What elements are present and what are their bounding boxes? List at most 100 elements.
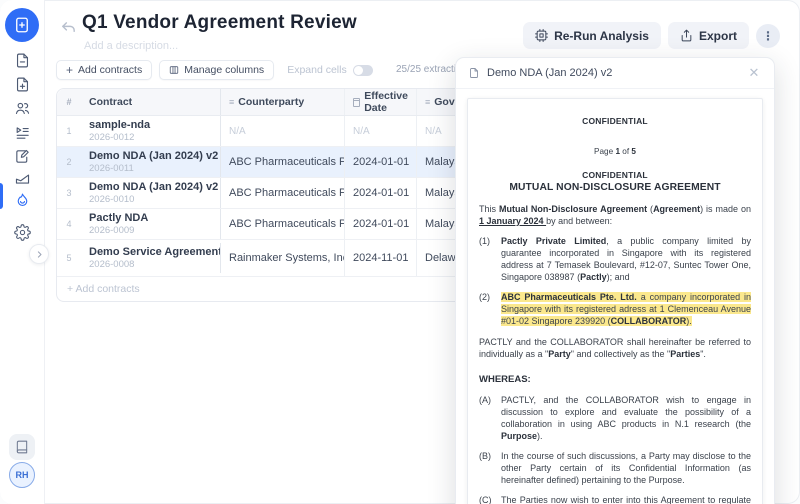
add-contracts-label: Add contracts — [78, 64, 143, 76]
file-icon — [16, 53, 28, 67]
row-number: 3 — [66, 188, 72, 198]
doc-text: Pactly — [580, 272, 607, 282]
effective-date-cell[interactable]: 2024-01-01 — [345, 209, 417, 239]
doc-text: MUTUAL NON-DISCLOSURE AGREEMENT — [509, 182, 721, 193]
counterparty-cell[interactable]: ABC Pharmaceuticals Pte. Ltd. — [221, 209, 345, 239]
contract-cell[interactable]: Demo NDA (Jan 2024) v2 2026-0011 — [81, 147, 221, 177]
doc-recital-c: (C) The Parties now wish to enter into th… — [479, 494, 751, 504]
export-button[interactable]: Export — [667, 22, 749, 49]
counterparty-cell[interactable]: N/A — [221, 116, 345, 146]
manage-columns-button[interactable]: Manage columns — [159, 60, 275, 80]
doc-page-number: Page 1 of 5 — [479, 146, 751, 158]
new-contract-button[interactable] — [5, 8, 39, 42]
clause-number: (B) — [479, 451, 491, 461]
doc-text: Mutual Non-Disclosure Agreement — [498, 204, 648, 214]
toggle-knob — [353, 65, 363, 75]
column-header-index[interactable]: # — [57, 89, 81, 115]
app-window: RH Q1 Vendor Agreement Review Add a desc… — [0, 0, 800, 504]
column-header-contract[interactable]: Contract — [81, 89, 221, 115]
text-icon: ≡ — [425, 96, 431, 107]
back-button[interactable] — [60, 20, 78, 38]
doc-party-1: (1) Pactly Private Limited, a public comp… — [479, 235, 751, 283]
expand-cells-toggle[interactable] — [352, 64, 373, 76]
calendar-icon — [353, 97, 361, 107]
doc-recital-a: (A) PACTLY, and the COLLABORATOR wish to … — [479, 394, 751, 442]
contract-cell[interactable]: Demo Service Agreements 2026-0008 — [81, 243, 221, 273]
effective-date-cell[interactable]: 2024-01-01 — [345, 178, 417, 208]
doc-text: by and between: — [546, 216, 613, 226]
doc-text: ); and — [606, 272, 630, 282]
doc-parties-clause: PACTLY and the COLLABORATOR shall herein… — [479, 336, 751, 360]
playlist-icon — [16, 126, 29, 139]
chevron-right-icon — [37, 250, 41, 258]
reports-button[interactable] — [10, 166, 34, 190]
doc-text: This — [479, 204, 499, 214]
file-import-icon — [16, 77, 28, 91]
add-contracts-button[interactable]: + Add contracts — [56, 60, 153, 80]
doc-title: MUTUAL NON-DISCLOSURE AGREEMENT — [479, 182, 751, 194]
team-button[interactable] — [10, 96, 34, 120]
contract-name: Demo Service Agreements — [89, 246, 221, 258]
chart-icon — [15, 174, 29, 184]
clause-body: ABC Pharmaceuticals Pte. Ltd. a company … — [501, 291, 751, 327]
effective-date-cell[interactable]: 2024-11-01 — [345, 240, 417, 276]
contract-cell[interactable]: Pactly NDA 2026-0009 — [81, 209, 221, 239]
doc-party-2: (2) ABC Pharmaceuticals Pte. Ltd. a compa… — [479, 291, 751, 327]
clause-number: (C) — [479, 495, 492, 504]
contracts-button[interactable] — [10, 48, 34, 72]
document-panel-header: Demo NDA (Jan 2024) v2 ✕ — [456, 58, 774, 89]
playbooks-button[interactable] — [10, 120, 34, 144]
contract-id: 2026-0010 — [89, 194, 135, 205]
doc-text: Parties — [670, 349, 701, 359]
row-number: 4 — [66, 219, 72, 229]
page-title: Q1 Vendor Agreement Review — [82, 12, 357, 33]
counterparty-cell[interactable]: ABC Pharmaceuticals Pte. Ltd. — [221, 147, 345, 177]
contract-name: Demo NDA (Jan 2024) v2 — [89, 150, 219, 162]
active-indicator — [0, 183, 3, 209]
sidebar-expand-button[interactable] — [29, 244, 49, 264]
counterparty-cell[interactable]: ABC Pharmaceuticals Pte. Ltd. — [221, 178, 345, 208]
doc-text: Purpose — [501, 431, 538, 441]
description-input[interactable]: Add a description... — [84, 40, 178, 52]
document-page: CONFIDENTIAL Page 1 of 5 CONFIDENTIAL MUTUA… — [479, 115, 751, 504]
effective-date-cell[interactable]: 2024-01-01 — [345, 147, 417, 177]
column-header-effective_date[interactable]: Effective Date — [345, 89, 417, 115]
contract-cell[interactable]: sample-nda 2026-0012 — [81, 116, 221, 146]
insights-button[interactable] — [10, 188, 34, 212]
more-options-button[interactable]: ⋮ — [756, 23, 780, 48]
close-panel-button[interactable]: ✕ — [746, 65, 762, 81]
rerun-analysis-button[interactable]: Re-Run Analysis — [523, 22, 661, 49]
doc-recital-b: (B) In the course of such discussions, a … — [479, 450, 751, 486]
contract-cell[interactable]: Demo NDA (Jan 2024) v2 2026-0010 — [81, 178, 221, 208]
doc-text: of — [620, 147, 632, 156]
doc-text: CONFIDENTIAL — [582, 170, 648, 180]
doc-confidential-heading: CONFIDENTIAL — [479, 169, 751, 181]
doc-text: ) is made on — [700, 204, 751, 214]
close-icon: ✕ — [748, 65, 760, 80]
doc-text: Pactly Private Limited — [501, 236, 607, 246]
contract-name: sample-nda — [89, 119, 151, 131]
clause-number: (2) — [479, 292, 490, 302]
contract-name: Demo NDA (Jan 2024) v2 — [89, 181, 219, 193]
column-label: # — [66, 97, 72, 107]
doc-text: In the course of such discussions, a Par… — [501, 451, 751, 485]
expand-cells-label: Expand cells — [287, 64, 347, 76]
library-button[interactable] — [9, 434, 35, 460]
column-label: Counterparty — [238, 96, 305, 108]
doc-text: 5 — [631, 147, 636, 156]
user-avatar[interactable]: RH — [9, 462, 35, 488]
highlighted-text: ABC Pharmaceuticals Pte. Ltd. — [501, 292, 637, 302]
settings-button[interactable] — [10, 220, 34, 244]
effective-date-cell[interactable]: N/A — [345, 116, 417, 146]
doc-text: PACTLY, and the COLLABORATOR wish to eng… — [501, 395, 751, 429]
file-plus-icon — [16, 17, 28, 33]
drafting-button[interactable] — [10, 144, 34, 168]
undo-arrow-icon — [62, 22, 75, 33]
column-header-counterparty[interactable]: ≡ Counterparty — [221, 89, 345, 115]
contract-name: Pactly NDA — [89, 212, 149, 224]
counterparty-cell[interactable]: Rainmaker Systems, Inc. — [221, 240, 345, 276]
doc-text: ". — [700, 349, 706, 359]
import-contract-button[interactable] — [10, 72, 34, 96]
column-label: Contract — [89, 96, 133, 108]
doc-intro: This Mutual Non-Disclosure Agreement (Ag… — [479, 203, 751, 227]
